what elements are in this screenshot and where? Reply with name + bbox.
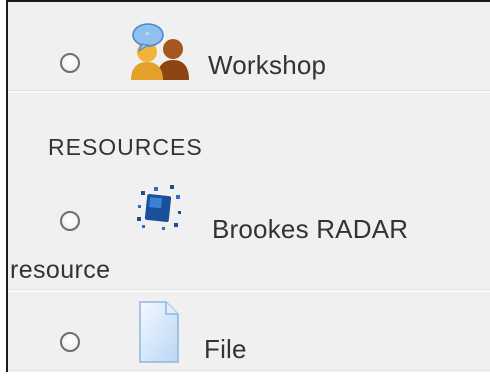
separator xyxy=(8,370,490,373)
option-brookes-radar-resource[interactable]: Brookes RADAR resource xyxy=(8,177,490,289)
file-label: File xyxy=(204,334,247,364)
option-file[interactable]: File xyxy=(8,292,490,372)
brookes-radar-label-line2: resource xyxy=(10,256,111,284)
activity-chooser-panel: " Workshop RESOURCES Brookes RADAR resou… xyxy=(6,0,490,373)
brookes-radar-radio[interactable] xyxy=(60,211,80,231)
workshop-radio[interactable] xyxy=(60,53,80,73)
workshop-label: Workshop xyxy=(208,50,327,80)
workshop-icon: " xyxy=(123,22,197,87)
file-icon xyxy=(138,300,180,369)
section-heading-resources: RESOURCES xyxy=(48,134,203,160)
separator xyxy=(8,90,490,93)
option-workshop[interactable]: " Workshop xyxy=(8,2,490,90)
svg-text:": " xyxy=(145,32,149,42)
radar-icon xyxy=(132,181,188,242)
brookes-radar-label: Brookes RADAR xyxy=(212,214,409,244)
file-radio[interactable] xyxy=(60,332,80,352)
